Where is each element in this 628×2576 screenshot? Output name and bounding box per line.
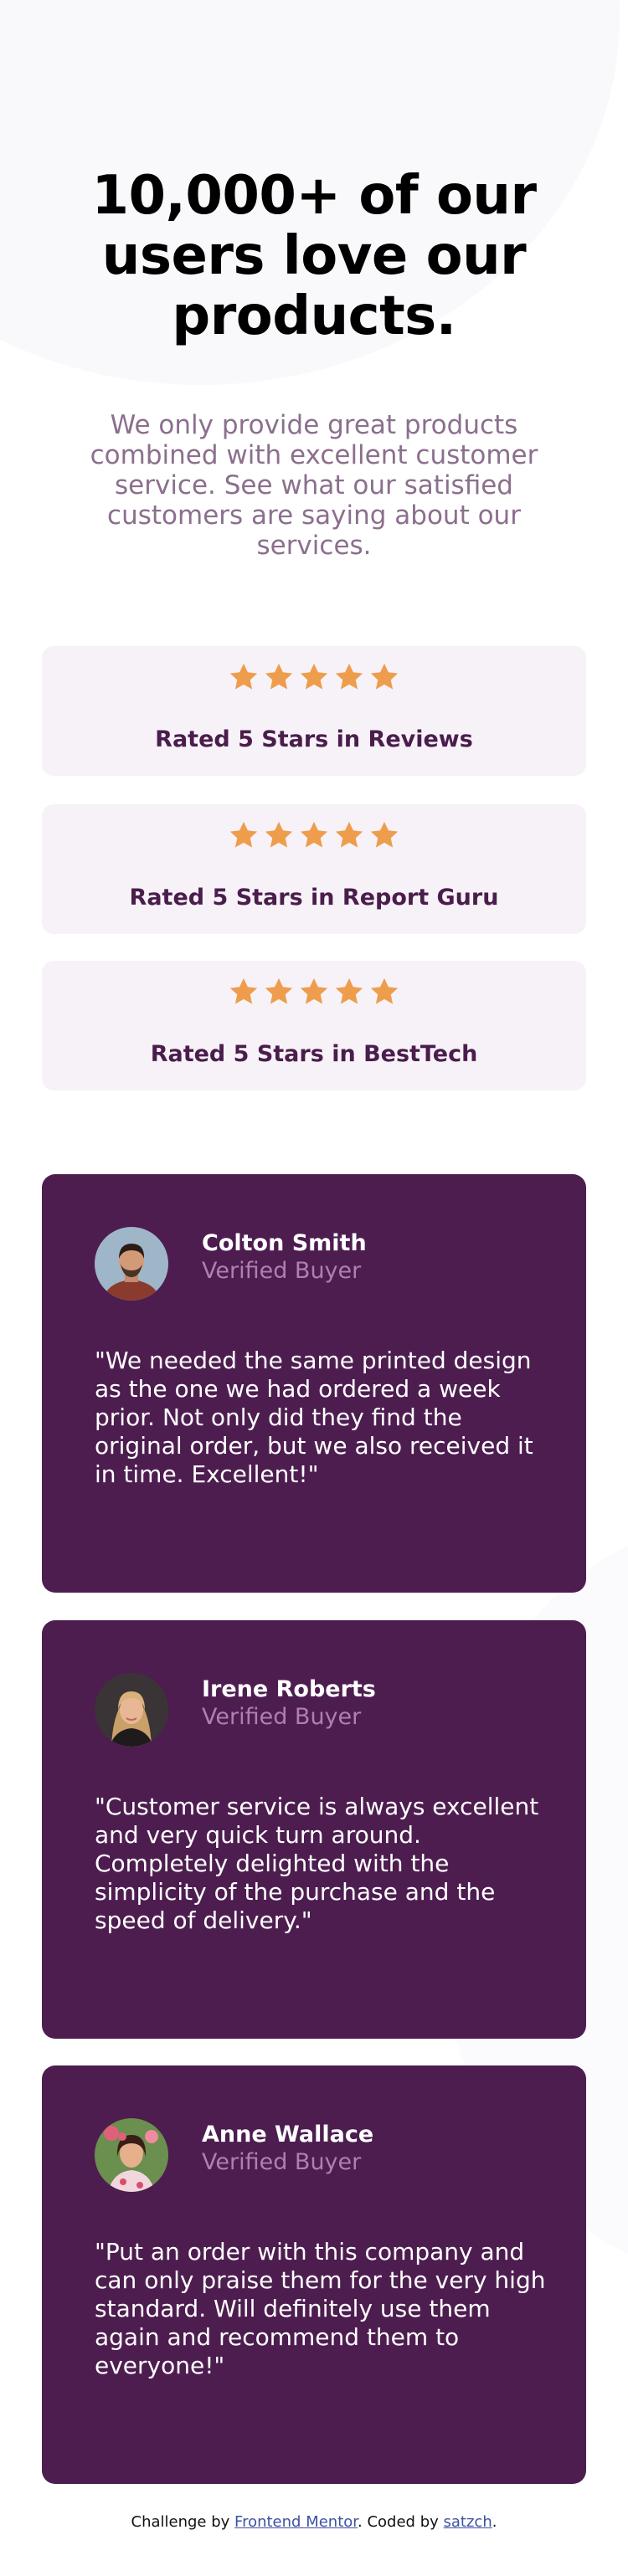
star-icon (226, 976, 261, 1011)
rating-label: Rated 5 Stars in BestTech (150, 1041, 478, 1067)
star-icon (226, 661, 261, 696)
star-icon (367, 661, 402, 696)
star-row (42, 976, 586, 1013)
rating-label: Rated 5 Stars in Reviews (155, 726, 473, 752)
star-icon (367, 976, 402, 1011)
avatar-colton (95, 1227, 168, 1301)
attribution: Challenge by Frontend Mentor. Coded by s… (0, 2512, 628, 2532)
attribution-middle: . Coded by (358, 2513, 444, 2531)
avatar-anne (95, 2118, 168, 2192)
reviewer-role: Verified Buyer (202, 2149, 362, 2175)
star-icon (332, 976, 367, 1011)
star-icon (332, 661, 367, 696)
rating-card: Rated 5 Stars in Reviews (42, 646, 586, 776)
star-icon (296, 819, 332, 854)
star-icon (332, 819, 367, 854)
star-row (42, 661, 586, 698)
frontend-mentor-link[interactable]: Frontend Mentor (234, 2513, 358, 2531)
star-icon (261, 819, 296, 854)
testimonial-quote: "Put an order with this company and can … (95, 2238, 546, 2379)
author-link[interactable]: satzch (444, 2513, 492, 2531)
star-icon (296, 661, 332, 696)
star-icon (296, 976, 332, 1011)
rating-card: Rated 5 Stars in BestTech (42, 961, 586, 1090)
reviewer-name: Anne Wallace (202, 2122, 374, 2148)
testimonial-quote: "Customer service is always excellent an… (95, 1793, 539, 1934)
content: 10,000+ of our users love our products. … (0, 0, 628, 2576)
testimonial-card: Colton Smith Verified Buyer "We needed t… (42, 1174, 586, 1593)
reviewer-role: Verified Buyer (202, 1704, 362, 1730)
reviewer-name: Irene Roberts (202, 1676, 376, 1702)
star-icon (226, 819, 261, 854)
intro-text: We only provide great products combined … (90, 410, 538, 561)
star-icon (261, 976, 296, 1011)
page-title: 10,000+ of our users love our products. (91, 165, 537, 347)
attribution-suffix: . (492, 2513, 497, 2531)
attribution-prefix: Challenge by (131, 2513, 235, 2531)
rating-label: Rated 5 Stars in Report Guru (129, 885, 499, 911)
star-icon (367, 819, 402, 854)
testimonial-card: Irene Roberts Verified Buyer "Customer s… (42, 1620, 586, 2039)
avatar-irene (95, 1673, 168, 1747)
rating-card: Rated 5 Stars in Report Guru (42, 804, 586, 934)
testimonial-card: Anne Wallace Verified Buyer "Put an orde… (42, 2065, 586, 2484)
reviewer-name: Colton Smith (202, 1230, 367, 1256)
page: 10,000+ of our users love our products. … (0, 0, 628, 2576)
star-row (42, 819, 586, 856)
star-icon (261, 661, 296, 696)
testimonial-quote: "We needed the same printed design as th… (95, 1347, 533, 1488)
reviewer-role: Verified Buyer (202, 1258, 362, 1284)
